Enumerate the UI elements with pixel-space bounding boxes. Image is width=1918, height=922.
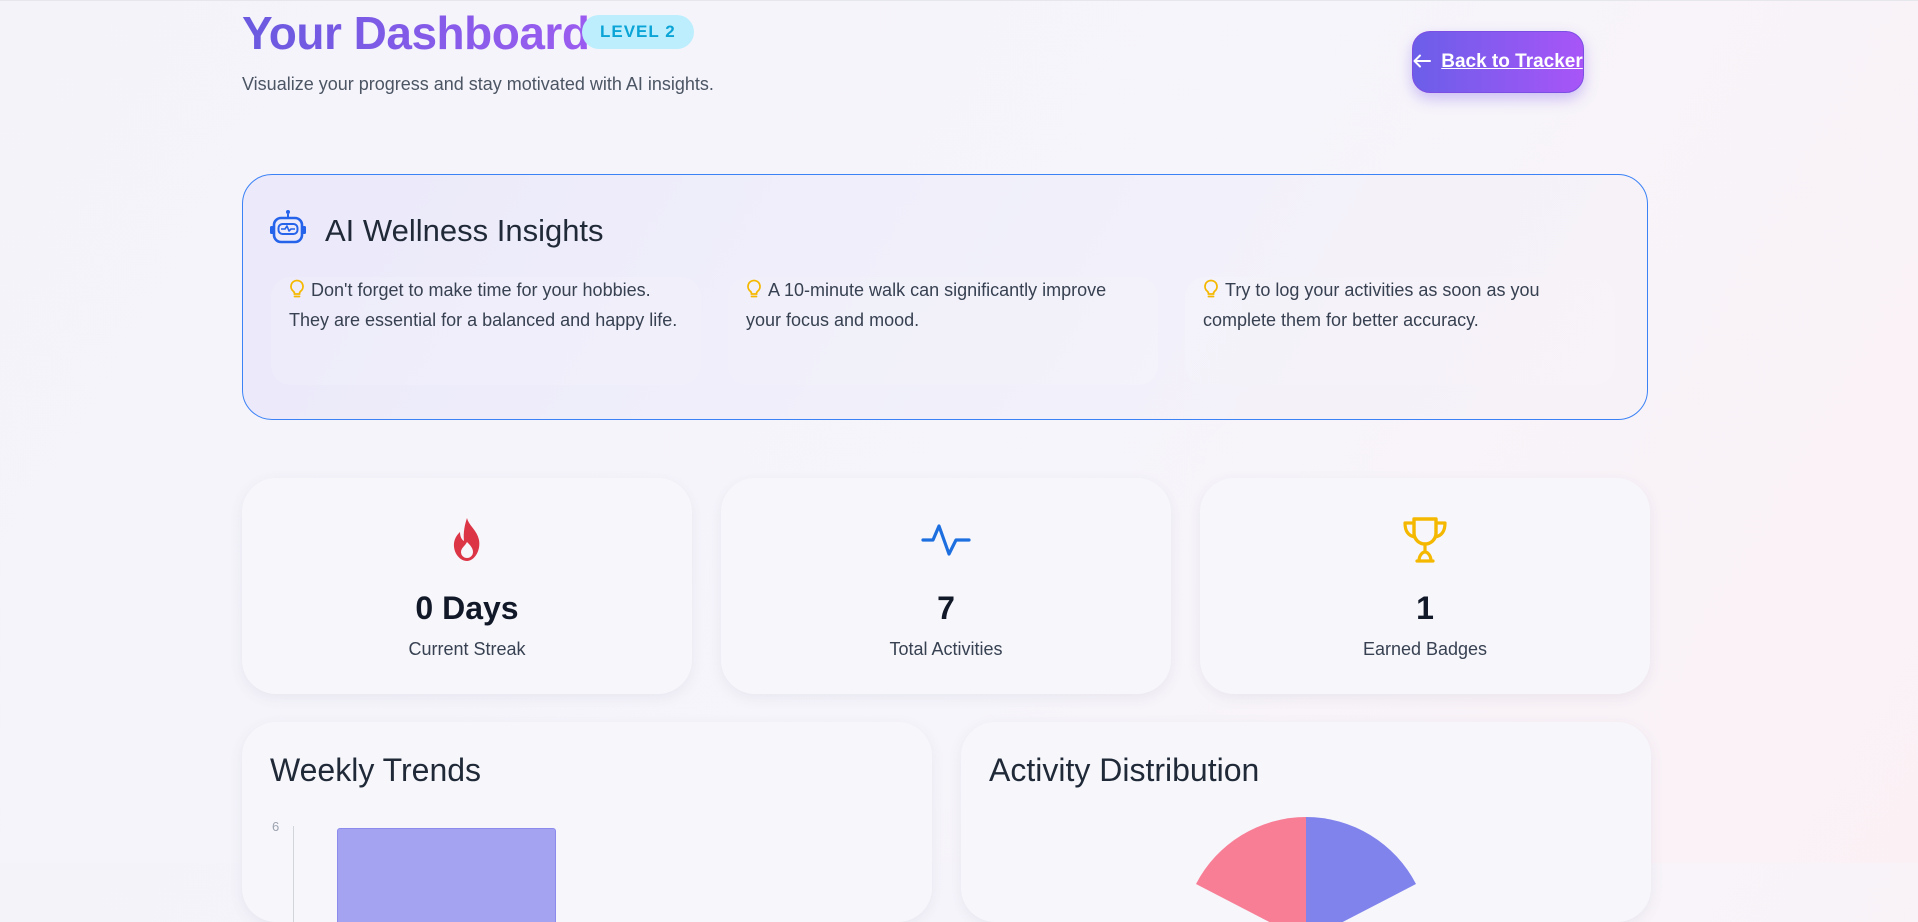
- lightbulb-icon: [1203, 279, 1219, 307]
- stat-card-badges: 1 Earned Badges: [1200, 478, 1650, 694]
- pie-chart: [1196, 817, 1416, 922]
- insight-tip-text: A 10-minute walk can significantly impro…: [746, 280, 1107, 330]
- lightbulb-icon: [746, 279, 762, 307]
- stat-value: 0 Days: [415, 590, 519, 626]
- insight-tip-text: Try to log your activities as soon as yo…: [1203, 280, 1540, 330]
- level-badge: LEVEL 2: [582, 15, 694, 49]
- activity-distribution-card: Activity Distribution: [961, 722, 1651, 922]
- stat-value: 7: [937, 590, 955, 626]
- weekly-trends-title: Weekly Trends: [270, 752, 482, 788]
- chart-bar[interactable]: [337, 828, 556, 922]
- insight-tip: Don't forget to make time for your hobbi…: [271, 277, 701, 385]
- y-axis-line: [293, 826, 294, 922]
- insight-tip: A 10-minute walk can significantly impro…: [728, 277, 1158, 385]
- stat-value: 1: [1416, 590, 1434, 626]
- page-subtitle: Visualize your progress and stay motivat…: [242, 74, 714, 94]
- dashboard-container: Your Dashboard LEVEL 2 Visualize your pr…: [242, 0, 1651, 922]
- page-title: Your Dashboard: [242, 7, 590, 59]
- activity-distribution-title: Activity Distribution: [989, 752, 1260, 788]
- y-axis-tick: 6: [272, 819, 280, 834]
- insight-tip: Try to log your activities as soon as yo…: [1185, 277, 1615, 385]
- activity-pulse-icon: [721, 516, 1171, 564]
- robot-icon: [269, 209, 307, 252]
- back-to-tracker-button[interactable]: Back to Tracker: [1412, 31, 1584, 93]
- stat-card-activities: 7 Total Activities: [721, 478, 1171, 694]
- flame-icon: [242, 516, 692, 564]
- page-header: Your Dashboard LEVEL 2 Visualize your pr…: [242, 0, 1650, 120]
- insights-title: AI Wellness Insights: [325, 212, 604, 248]
- weekly-trends-card: Weekly Trends 6: [242, 722, 932, 922]
- lightbulb-icon: [289, 279, 305, 307]
- stat-label: Earned Badges: [1362, 639, 1488, 659]
- stat-label: Total Activities: [889, 639, 1003, 659]
- stat-label: Current Streak: [408, 639, 526, 659]
- insight-tip-text: Don't forget to make time for your hobbi…: [289, 280, 678, 330]
- stat-card-streak: 0 Days Current Streak: [242, 478, 692, 694]
- pie-slice[interactable]: [1196, 817, 1306, 922]
- arrow-left-icon: [1413, 51, 1432, 74]
- ai-insights-panel: AI Wellness Insights Don't forget to mak…: [242, 174, 1648, 420]
- back-button-label: Back to Tracker: [1441, 51, 1583, 72]
- trophy-icon: [1200, 516, 1650, 564]
- insights-header: AI Wellness Insights: [269, 209, 604, 252]
- pie-slice[interactable]: [1306, 817, 1416, 922]
